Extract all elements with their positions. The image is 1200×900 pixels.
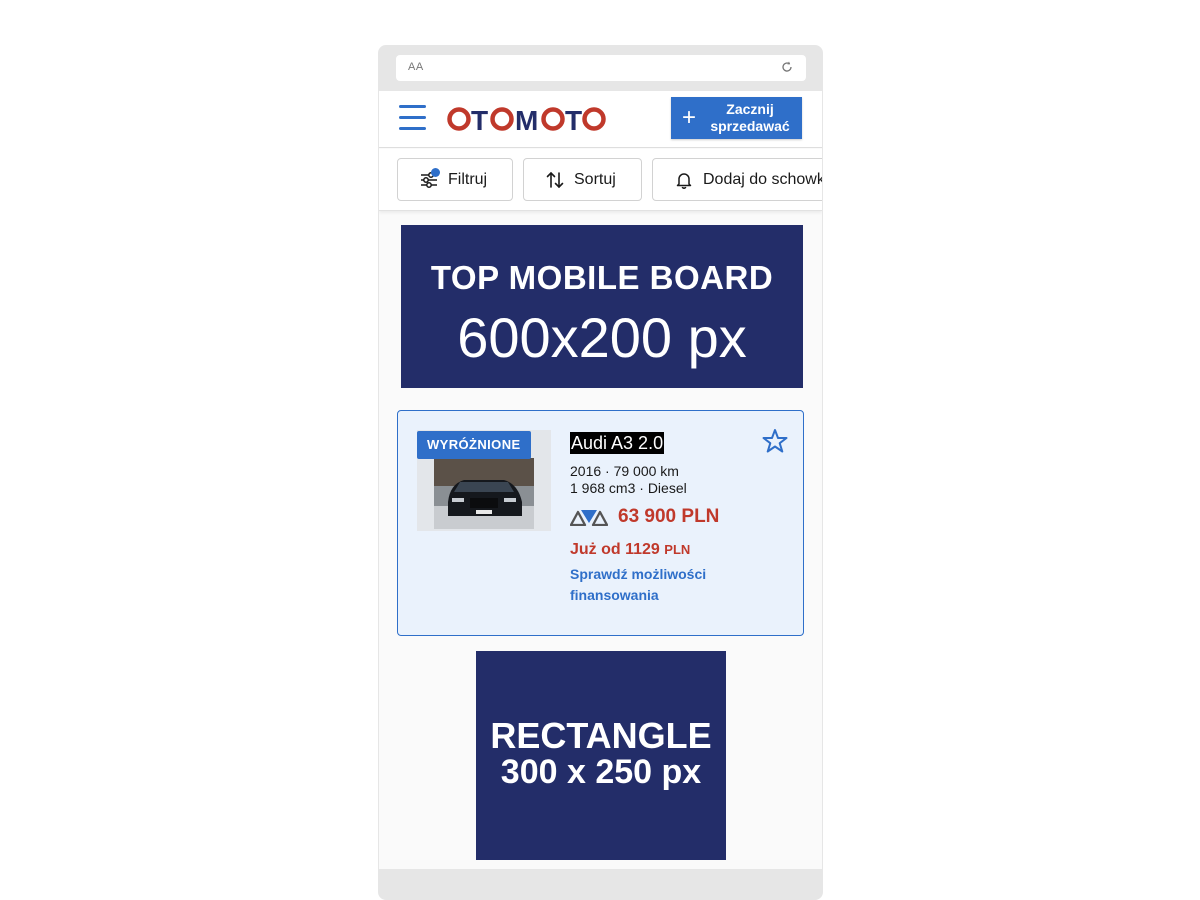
listing-title[interactable]: Audi A3 2.0 <box>570 432 665 454</box>
financing-link[interactable]: Sprawdź możliwości finansowania <box>570 564 770 606</box>
sort-arrows-icon <box>546 171 564 188</box>
reload-icon[interactable] <box>780 60 794 74</box>
svg-text:T: T <box>471 105 488 135</box>
page-viewport: T M T + Zacznij sprzedawać Filtruj Sortu… <box>379 91 822 869</box>
text-size-button[interactable]: AA <box>408 61 424 73</box>
favorite-star-icon[interactable] <box>762 428 788 454</box>
finance-from: Już od 1129 PLN <box>570 541 690 559</box>
sort-label: Sortuj <box>574 170 616 188</box>
filter-label: Filtruj <box>448 170 488 188</box>
rectangle-ad[interactable]: RECTANGLE 300 x 250 px <box>476 651 726 860</box>
ad-size: 600x200 px <box>457 306 747 369</box>
start-selling-button[interactable]: + Zacznij sprzedawać <box>671 97 802 139</box>
listing-card[interactable]: WYRÓŻNIONE Audi A3 2.0 2016 · 79 000 km … <box>397 410 804 636</box>
save-search-label: Dodaj do schowka <box>703 170 822 188</box>
price-evaluation-icon <box>570 510 608 526</box>
site-header: T M T + Zacznij sprzedawać <box>379 91 822 148</box>
price-row: 63 900 PLN <box>570 506 719 528</box>
finance-amount: Już od 1129 <box>570 541 660 558</box>
otomoto-logo[interactable]: T M T <box>447 103 627 135</box>
ad-size: 300 x 250 px <box>500 753 702 791</box>
svg-text:M: M <box>515 105 538 135</box>
menu-icon[interactable] <box>399 105 427 131</box>
save-search-button[interactable]: Dodaj do schowka <box>652 158 822 201</box>
filter-toolbar: Filtruj Sortuj Dodaj do schowka <box>379 149 822 211</box>
sort-button[interactable]: Sortuj <box>523 158 642 201</box>
start-selling-label: Zacznij sprzedawać <box>710 101 790 134</box>
active-filter-dot <box>431 168 440 177</box>
address-bar[interactable]: AA <box>396 55 806 81</box>
featured-badge: WYRÓŻNIONE <box>417 431 531 459</box>
bell-icon <box>676 172 692 189</box>
filter-button[interactable]: Filtruj <box>397 158 513 201</box>
finance-currency: PLN <box>664 542 691 557</box>
listing-price: 63 900 PLN <box>618 506 720 527</box>
spec-year-mileage: 2016 · 79 000 km <box>570 463 679 479</box>
svg-text:T: T <box>565 105 582 135</box>
plus-icon: + <box>681 104 696 131</box>
ad-title: RECTANGLE <box>490 715 712 756</box>
top-mobile-board-ad[interactable]: TOP MOBILE BOARD 600x200 px <box>401 225 803 388</box>
car-photo <box>434 458 534 529</box>
spec-engine-fuel: 1 968 cm3 · Diesel <box>570 480 687 496</box>
phone-frame: AA T M T + Zacznij sprzedawać Filtruj So… <box>378 45 823 900</box>
ad-title: TOP MOBILE BOARD <box>430 259 774 296</box>
